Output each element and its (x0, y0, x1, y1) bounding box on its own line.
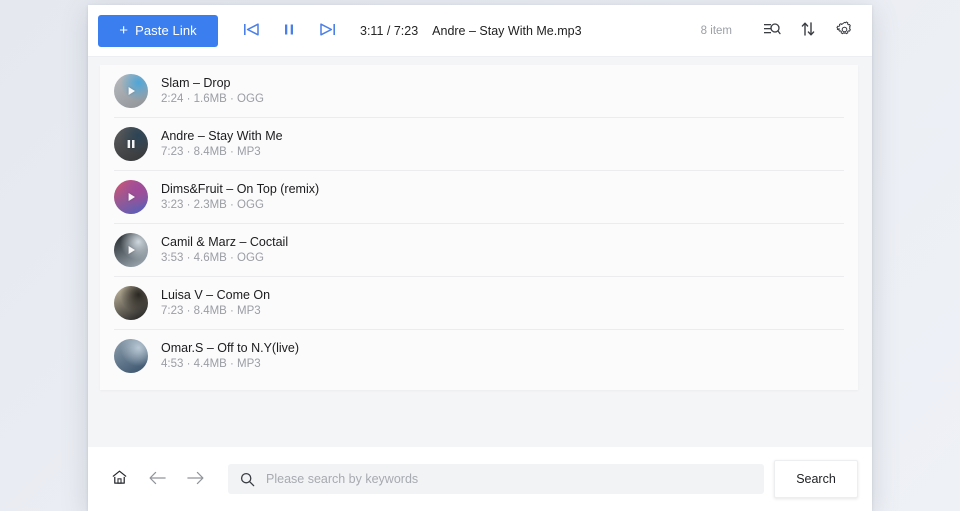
track-meta: Camil & Marz – Coctail 3:53 · 4.6MB · OGG (161, 235, 288, 266)
track-row[interactable]: Andre – Stay With Me 7:23 · 8.4MB · MP3 (114, 118, 844, 171)
home-icon (111, 469, 128, 489)
paste-link-label: Paste Link (135, 23, 197, 38)
album-art[interactable] (114, 180, 148, 214)
desktop-background: + Paste Link 3:11 / 7:23 Andre – Stay Wi… (0, 0, 960, 511)
track-meta: Omar.S – Off to N.Y(live) 4:53 · 4.4MB · … (161, 341, 299, 372)
arrow-left-icon (148, 470, 167, 489)
app-window: + Paste Link 3:11 / 7:23 Andre – Stay Wi… (88, 5, 872, 511)
back-button[interactable] (142, 464, 172, 494)
next-track-button[interactable] (316, 20, 338, 42)
track-subtitle: 3:23 · 2.3MB · OGG (161, 199, 264, 212)
album-art[interactable] (114, 127, 148, 161)
track-meta: Slam – Drop 2:24 · 1.6MB · OGG (161, 76, 264, 107)
sort-button[interactable] (796, 19, 820, 43)
previous-track-button[interactable] (240, 20, 262, 42)
track-meta: Luisa V – Come On 7:23 · 8.4MB · MP3 (161, 288, 270, 319)
track-subtitle: 4:53 · 4.4MB · MP3 (161, 358, 261, 371)
album-art[interactable] (114, 286, 148, 320)
track-list: Slam – Drop 2:24 · 1.6MB · OGG Andre – Sta… (100, 65, 858, 390)
track-subtitle: 3:53 · 4.6MB · OGG (161, 252, 264, 265)
search-icon (240, 472, 255, 487)
home-button[interactable] (104, 464, 134, 494)
track-subtitle: 7:23 · 8.4MB · MP3 (161, 146, 261, 159)
pause-icon (114, 127, 148, 161)
track-title: Slam – Drop (161, 75, 231, 90)
track-subtitle: 7:23 · 8.4MB · MP3 (161, 305, 261, 318)
paste-link-button[interactable]: + Paste Link (98, 14, 218, 47)
search-field[interactable] (228, 464, 764, 494)
top-toolbar: + Paste Link 3:11 / 7:23 Andre – Stay Wi… (88, 5, 872, 57)
track-title: Andre – Stay With Me (161, 128, 283, 143)
play-pause-button[interactable] (278, 20, 300, 42)
track-title: Dims&Fruit – On Top (remix) (161, 181, 320, 196)
play-icon (114, 74, 148, 108)
search-input[interactable] (264, 471, 752, 487)
album-art[interactable] (114, 74, 148, 108)
track-row[interactable]: Dims&Fruit – On Top (remix) 3:23 · 2.3MB … (114, 171, 844, 224)
previous-track-icon (243, 22, 260, 40)
track-row[interactable]: Omar.S – Off to N.Y(live) 4:53 · 4.4MB · … (114, 330, 844, 382)
transport-controls (240, 20, 338, 42)
forward-button[interactable] (180, 464, 210, 494)
track-subtitle: 2:24 · 1.6MB · OGG (161, 93, 264, 106)
plus-icon: + (119, 22, 129, 39)
track-meta: Andre – Stay With Me 7:23 · 8.4MB · MP3 (161, 129, 283, 160)
bottom-navigation-bar: Search (88, 447, 872, 511)
track-title: Omar.S – Off to N.Y(live) (161, 340, 300, 355)
track-row[interactable]: Luisa V – Come On 7:23 · 8.4MB · MP3 (114, 277, 844, 330)
play-icon (114, 180, 148, 214)
track-row[interactable]: Camil & Marz – Coctail 3:53 · 4.6MB · OGG (114, 224, 844, 277)
play-icon (114, 233, 148, 267)
list-search-icon (763, 21, 781, 40)
next-track-icon (319, 22, 336, 40)
content-area: Slam – Drop 2:24 · 1.6MB · OGG Andre – Sta… (88, 57, 872, 447)
arrow-right-icon (186, 470, 205, 489)
track-title: Camil & Marz – Coctail (161, 234, 289, 249)
now-playing-filename: Andre – Stay With Me.mp3 (432, 23, 582, 38)
track-meta: Dims&Fruit – On Top (remix) 3:23 · 2.3MB … (161, 182, 319, 213)
filter-search-button[interactable] (760, 19, 784, 43)
track-row[interactable]: Slam – Drop 2:24 · 1.6MB · OGG (114, 65, 844, 118)
playback-time: 3:11 / 7:23 (360, 23, 419, 38)
search-button[interactable]: Search (774, 460, 858, 498)
track-title: Luisa V – Come On (161, 287, 271, 302)
settings-button[interactable] (832, 19, 856, 43)
pause-icon (282, 22, 296, 40)
album-art[interactable] (114, 233, 148, 267)
item-count: 8 item (700, 24, 732, 37)
sort-icon (800, 21, 816, 40)
album-art[interactable] (114, 339, 148, 373)
gear-icon (835, 20, 853, 41)
